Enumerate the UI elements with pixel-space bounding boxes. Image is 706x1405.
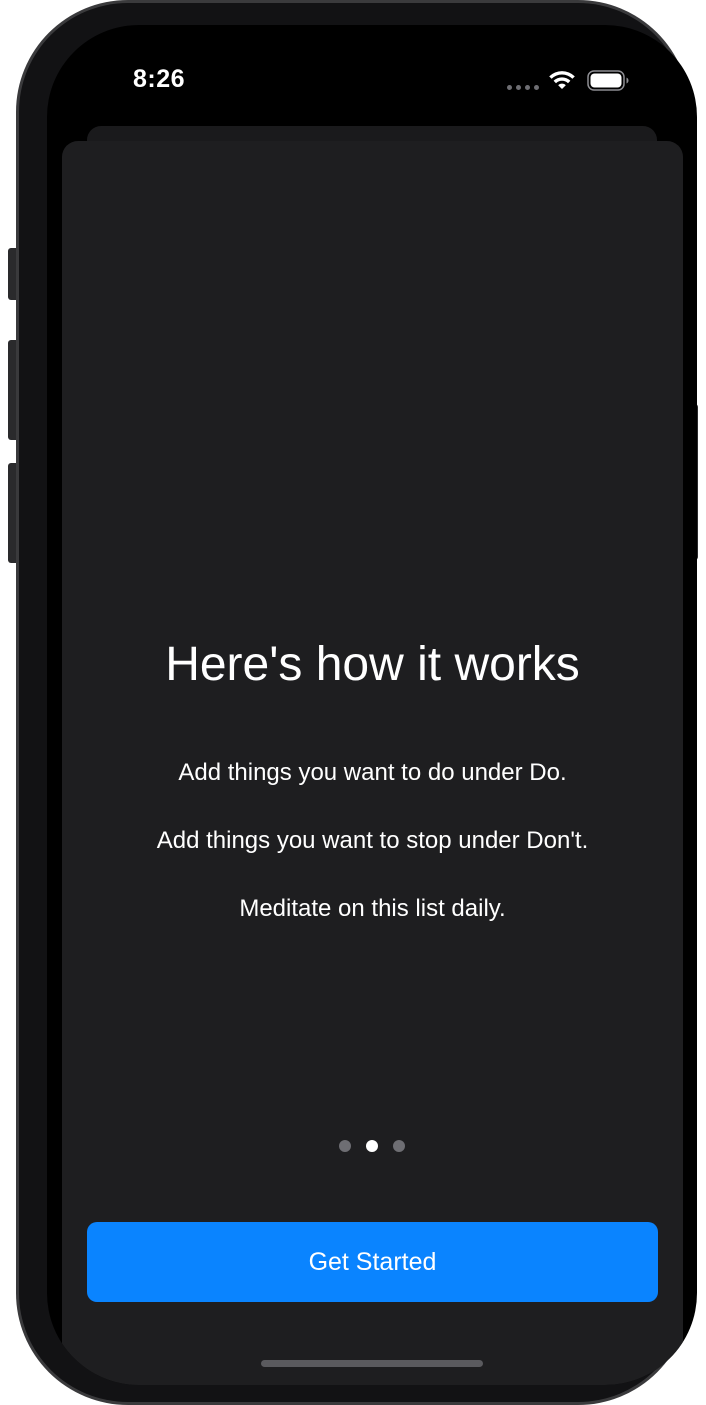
phone-frame: 8:26 Here's how it works Add things you … bbox=[16, 0, 697, 1405]
page-dot-2-current[interactable] bbox=[366, 1140, 378, 1152]
phone-device: 8:26 Here's how it works Add things you … bbox=[0, 0, 706, 1405]
onboarding-sheet: Here's how it works Add things you want … bbox=[62, 141, 683, 1385]
onboarding-title: Here's how it works bbox=[165, 638, 580, 691]
wifi-icon bbox=[549, 71, 575, 89]
instruction-line: Meditate on this list daily. bbox=[239, 895, 506, 922]
get-started-button[interactable]: Get Started bbox=[87, 1222, 658, 1302]
page-indicator[interactable] bbox=[339, 1140, 405, 1152]
home-indicator[interactable] bbox=[261, 1360, 483, 1367]
battery-icon bbox=[587, 70, 629, 91]
status-time: 8:26 bbox=[133, 65, 186, 93]
page-dot-3[interactable] bbox=[393, 1140, 405, 1152]
instruction-line: Add things you want to stop under Don't. bbox=[156, 827, 589, 854]
page-dot-1[interactable] bbox=[339, 1140, 351, 1152]
phone-bezel: 8:26 Here's how it works Add things you … bbox=[19, 3, 697, 1402]
screen: 8:26 Here's how it works Add things you … bbox=[47, 25, 697, 1385]
signal-dots-icon bbox=[507, 85, 539, 90]
instruction-line: Add things you want to do under Do. bbox=[178, 759, 567, 786]
